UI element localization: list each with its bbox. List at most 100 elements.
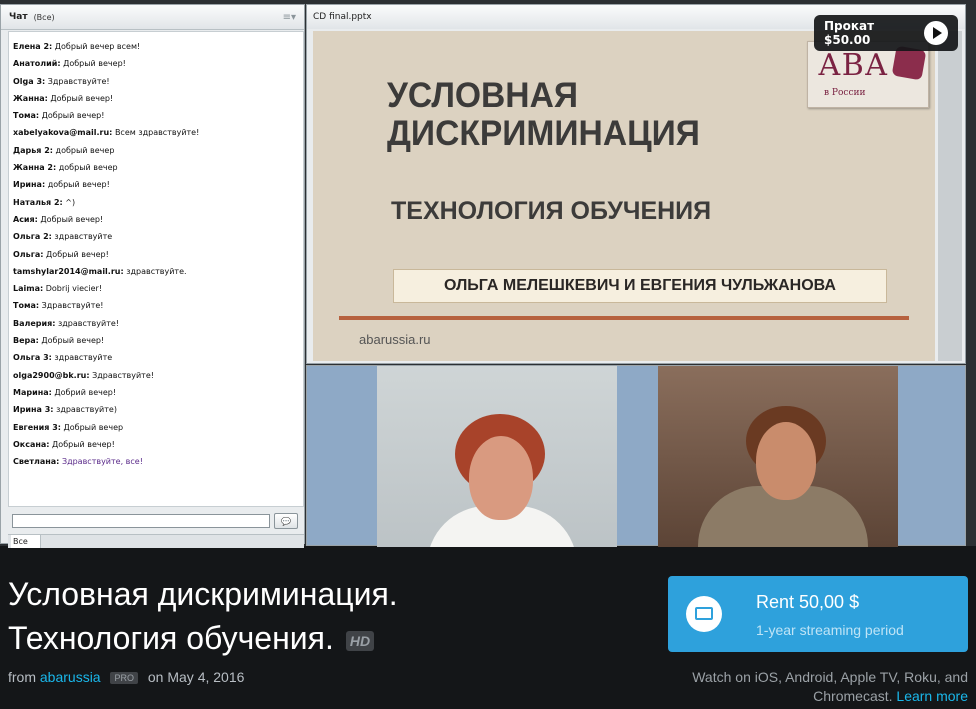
rent-overlay-button[interactable]: Прокат $50.00 xyxy=(814,15,958,51)
chat-message-text: Всем здравствуйте! xyxy=(114,128,200,138)
chat-message: Оксана: Добрый вечер! xyxy=(13,436,303,453)
chat-message-author: Дарья 2: xyxy=(13,145,53,155)
chat-message-text: Добрый вечер! xyxy=(63,59,126,69)
chat-message-text: здравствуйте xyxy=(54,232,113,242)
chat-message-text: Здравствуйте! xyxy=(41,301,104,311)
chat-menu-icon[interactable]: ≡▾ xyxy=(283,12,296,23)
chat-message: Ольга 2: здравствуйте xyxy=(13,228,303,245)
chat-message-text: Добрый вечер! xyxy=(52,439,115,449)
chat-message-author: Марина: xyxy=(13,387,52,397)
logo-subtext: в России xyxy=(824,88,866,98)
slide-divider xyxy=(339,316,909,320)
chat-message: Laima: Dobrij viecier! xyxy=(13,280,303,297)
chat-message-author: Ольга: xyxy=(13,249,44,259)
chat-message: Светлана: Здравствуйте, все! xyxy=(13,453,303,470)
chat-message-text: здравствуйте) xyxy=(56,405,117,415)
video-title-line1: Условная дискриминация. xyxy=(8,576,398,612)
chat-message: Ирина: добрый вечер! xyxy=(13,176,303,193)
hd-badge: HD xyxy=(345,630,375,651)
chat-message-text: ^) xyxy=(65,197,76,207)
chat-message-author: tamshylar2014@mail.ru: xyxy=(13,266,124,276)
chat-message-text: здравствуйте xyxy=(54,353,113,363)
chat-filter: (Все) xyxy=(33,12,55,22)
person-face xyxy=(756,422,816,500)
chat-message-text: Добрый вечер xyxy=(63,422,124,432)
rent-button[interactable]: Rent 50,00 $ 1-year streaming period xyxy=(668,576,968,652)
chat-message-text: Здравствуйте, все! xyxy=(61,457,143,467)
chat-message-author: xabelyakova@mail.ru: xyxy=(13,128,113,138)
chat-message-author: olga2900@bk.ru: xyxy=(13,370,90,380)
chat-message: olga2900@bk.ru: Здравствуйте! xyxy=(13,367,303,384)
slide-authors: ОЛЬГА МЕЛЕШКЕВИЧ И ЕВГЕНИЯ ЧУЛЬЖАНОВА xyxy=(393,269,887,303)
video-title-line2: Технология обучения. HD xyxy=(8,620,375,657)
person-face xyxy=(469,436,533,520)
chat-message: Марина: Добрий вечер! xyxy=(13,384,303,401)
chat-header: Чат (Все) ≡▾ xyxy=(1,5,304,30)
screen-icon xyxy=(686,596,722,632)
chat-send-button[interactable]: 💬 xyxy=(274,513,298,529)
chat-message-text: добрый вечер! xyxy=(47,180,110,190)
chat-message: Вера: Добрый вечер! xyxy=(13,332,303,349)
chat-message-author: Ольга 2: xyxy=(13,232,52,242)
chat-message-text: добрый вечер xyxy=(55,145,115,155)
chat-message-author: Асия: xyxy=(13,214,38,224)
chat-message: Валерия: здравствуйте! xyxy=(13,315,303,332)
slide-url: abarussia.ru xyxy=(359,332,431,347)
logo-text: АВА xyxy=(818,48,889,83)
upload-date: on May 4, 2016 xyxy=(147,669,245,685)
chat-recipient-select[interactable]: Все xyxy=(11,535,41,548)
play-icon xyxy=(924,21,948,45)
chat-message-author: Валерия: xyxy=(13,318,56,328)
chat-pod: Чат (Все) ≡▾ Елена 2: Добрый вечер всем!… xyxy=(0,4,305,548)
chat-message-text: Здравствуйте! xyxy=(92,370,154,380)
video-player[interactable]: Чат (Все) ≡▾ Елена 2: Добрый вечер всем!… xyxy=(0,0,976,548)
byline-from: from xyxy=(8,669,36,685)
rent-period: 1-year streaming period xyxy=(756,622,904,638)
chat-message: Ольга 3: здравствуйте xyxy=(13,349,303,366)
chat-title: Чат xyxy=(9,12,28,22)
chat-message: Наталья 2: ^) xyxy=(13,194,303,211)
chat-message-author: Светлана: xyxy=(13,457,60,467)
chat-message: Тома: Добрый вечер! xyxy=(13,107,303,124)
chat-message-text: Добрый вечер всем! xyxy=(54,42,141,51)
chat-message-list[interactable]: Елена 2: Добрый вечер всем! Анатолий: Доб… xyxy=(8,31,304,507)
slide-title-line1: УСЛОВНАЯ xyxy=(387,76,578,115)
chat-message-text: Добрий вечер! xyxy=(54,387,117,397)
chat-message: Евгения 3: Добрый вечер xyxy=(13,419,303,436)
chat-input[interactable] xyxy=(12,514,270,528)
slide-pod: CD final.pptx АВА в России УСЛОВНАЯ ДИСК… xyxy=(306,4,966,364)
slide-subtitle: ТЕХНОЛОГИЯ ОБУЧЕНИЯ xyxy=(391,197,712,225)
chat-message-author: Жанна 2: xyxy=(13,163,57,173)
webcam-pod xyxy=(306,365,966,547)
chat-message: Ирина 3: здравствуйте) xyxy=(13,401,303,418)
author-link[interactable]: abarussia xyxy=(40,669,101,685)
chat-message-author: Laima: xyxy=(13,284,44,294)
chat-message-text: Добрый вечер! xyxy=(41,336,105,346)
chat-footer: Все xyxy=(8,534,304,548)
pro-badge: PRO xyxy=(110,672,138,685)
chat-message: Елена 2: Добрый вечер всем! xyxy=(13,38,303,55)
chat-message-author: Olga 3: xyxy=(13,76,46,86)
chat-message-text: Здравствуйте! xyxy=(47,76,110,86)
chat-message: Асия: Добрый вечер! xyxy=(13,211,303,228)
chat-message-text: Добрый вечер! xyxy=(46,249,109,259)
chat-message-author: Вера: xyxy=(13,336,39,346)
chat-message-author: Тома: xyxy=(13,301,40,311)
chat-message: xabelyakova@mail.ru: Всем здравствуйте! xyxy=(13,124,303,141)
chat-message: Жанна 2: добрый вечер xyxy=(13,159,303,176)
presentation-slide: АВА в России УСЛОВНАЯ ДИСКРИМИНАЦИЯ ТЕХН… xyxy=(313,31,935,361)
chat-message-author: Анатолий: xyxy=(13,59,61,69)
learn-more-link[interactable]: Learn more xyxy=(896,688,968,704)
slide-title: УСЛОВНАЯ ДИСКРИМИНАЦИЯ xyxy=(387,77,700,153)
slide-scrollbar[interactable] xyxy=(938,31,962,361)
chat-message-author: Ирина: xyxy=(13,180,46,190)
platforms-note: Watch on iOS, Android, Apple TV, Roku, a… xyxy=(668,668,968,706)
webcam-feed-2 xyxy=(658,366,898,547)
aba-logo: АВА в России xyxy=(807,41,929,108)
slide-title-line2: ДИСКРИМИНАЦИЯ xyxy=(387,114,700,153)
chat-message-author: Елена 2: xyxy=(13,42,53,51)
chat-message-text: добрый вечер xyxy=(58,163,118,173)
chat-message: tamshylar2014@mail.ru: здравствуйте. xyxy=(13,263,303,280)
chat-message-text: Добрый вечер! xyxy=(40,214,104,224)
chat-message: Ольга: Добрый вечер! xyxy=(13,246,303,263)
